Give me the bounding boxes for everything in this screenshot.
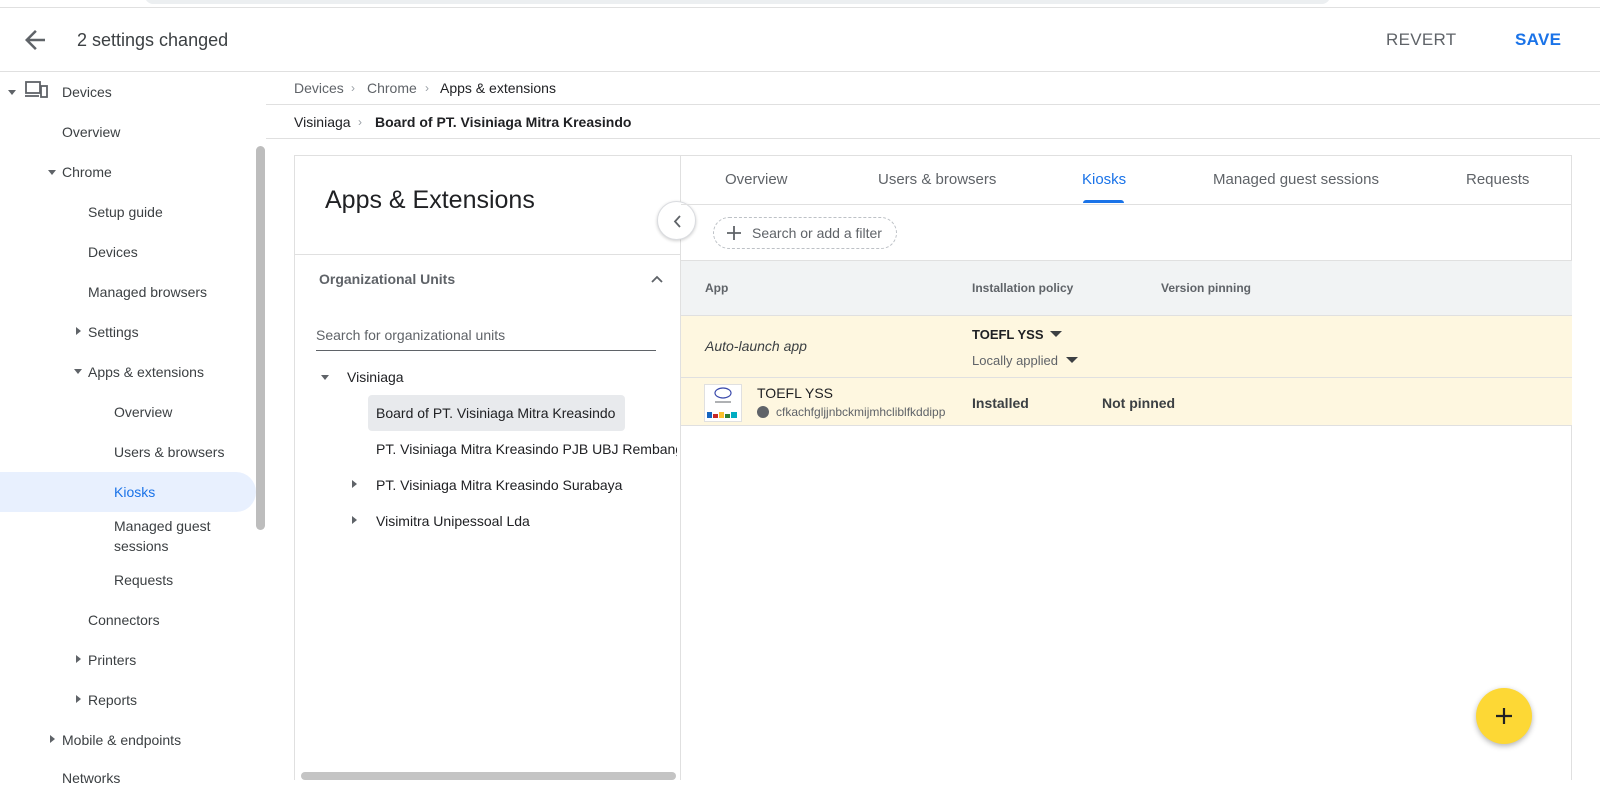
breadcrumb-chrome[interactable]: Chrome	[367, 80, 417, 96]
sidebar-item-connectors[interactable]: Connectors	[88, 612, 160, 628]
expand-arrow-icon[interactable]	[76, 695, 81, 703]
filter-placeholder: Search or add a filter	[752, 225, 882, 241]
sidebar-item-apps-overview[interactable]: Overview	[114, 404, 172, 420]
org-breadcrumb-current: Board of PT. Visiniaga Mitra Kreasindo	[375, 114, 632, 130]
sidebar-item-devices-sub[interactable]: Devices	[88, 244, 138, 260]
revert-button[interactable]: REVERT	[1386, 30, 1456, 50]
applied-status-value: Locally applied	[972, 353, 1059, 368]
back-arrow-icon[interactable]	[20, 25, 50, 55]
auto-launch-app-value: TOEFL YSS	[972, 327, 1044, 342]
sidebar-item-chrome[interactable]: Chrome	[62, 164, 112, 180]
column-header-app[interactable]: App	[705, 281, 728, 295]
expand-arrow-icon[interactable]	[8, 90, 16, 95]
sidebar-item-managed-guest-line2[interactable]: sessions	[114, 538, 168, 554]
unsaved-changes-bar: 2 settings changed REVERT SAVE	[0, 8, 1600, 72]
column-header-version-pinning[interactable]: Version pinning	[1161, 281, 1251, 295]
divider	[294, 254, 681, 255]
app-id: cfkachfgljjnbckmijmhcliblfkddipp	[776, 405, 946, 419]
sidebar-nav	[0, 72, 265, 780]
plus-icon	[726, 225, 742, 244]
tree-item-visimitra[interactable]: Visimitra Unipessoal Lda	[376, 513, 530, 529]
sidebar-item-devices[interactable]: Devices	[62, 84, 112, 100]
active-tab-indicator	[1083, 200, 1124, 203]
table-header	[681, 260, 1572, 316]
org-units-panel	[294, 155, 681, 780]
devices-icon	[25, 80, 49, 105]
breadcrumb-devices[interactable]: Devices	[294, 80, 344, 96]
expand-arrow-icon[interactable]	[76, 327, 81, 335]
changes-title: 2 settings changed	[77, 30, 229, 50]
breadcrumb-separator: ›	[358, 115, 362, 129]
dropdown-arrow-icon	[1066, 357, 1078, 363]
tab-managed-guest-sessions[interactable]: Managed guest sessions	[1213, 171, 1379, 188]
sidebar-item-mobile-endpoints[interactable]: Mobile & endpoints	[62, 732, 181, 748]
horizontal-scrollbar[interactable]	[301, 772, 676, 780]
collapse-panel-button[interactable]	[657, 201, 696, 240]
sidebar-item-apps-extensions[interactable]: Apps & extensions	[88, 364, 204, 380]
tab-kiosks[interactable]: Kiosks	[1082, 171, 1126, 188]
sidebar-item-requests[interactable]: Requests	[114, 572, 173, 588]
add-app-button[interactable]	[1476, 688, 1532, 744]
expand-arrow-icon[interactable]	[48, 170, 56, 175]
app-name: TOEFL YSS	[757, 385, 833, 401]
column-header-installation-policy[interactable]: Installation policy	[972, 281, 1073, 295]
sidebar-item-managed-browsers[interactable]: Managed browsers	[88, 284, 207, 300]
sidebar-item-reports[interactable]: Reports	[88, 692, 137, 708]
org-breadcrumb-parent[interactable]: Visiniaga	[294, 114, 351, 130]
sidebar-item-settings[interactable]: Settings	[88, 324, 139, 340]
expand-arrow-icon[interactable]	[352, 516, 357, 524]
sidebar-item-printers[interactable]: Printers	[88, 652, 136, 668]
tab-requests[interactable]: Requests	[1466, 171, 1529, 188]
expand-arrow-icon[interactable]	[74, 369, 82, 374]
auto-launch-app-select[interactable]: TOEFL YSS	[972, 326, 1062, 344]
version-pinning-value: Not pinned	[1102, 395, 1176, 411]
sidebar-scrollbar[interactable]	[256, 146, 265, 530]
sidebar-item-setup-guide[interactable]: Setup guide	[88, 204, 163, 220]
breadcrumb-separator: ›	[351, 81, 355, 95]
org-unit-search-input[interactable]: Search for organizational units	[316, 325, 656, 351]
org-units-header[interactable]: Organizational Units	[319, 271, 455, 287]
auto-launch-label: Auto-launch app	[705, 338, 807, 354]
save-button[interactable]: SAVE	[1515, 30, 1561, 50]
tab-users-browsers[interactable]: Users & browsers	[878, 171, 996, 188]
dropdown-arrow-icon	[1050, 331, 1062, 337]
tab-bar	[681, 155, 1572, 205]
installation-policy-value: Installed	[972, 395, 1029, 411]
browser-top-strip	[0, 0, 1600, 8]
expand-arrow-icon[interactable]	[50, 735, 55, 743]
chevron-up-icon[interactable]	[651, 273, 663, 285]
expand-arrow-icon[interactable]	[352, 480, 357, 488]
chrome-icon	[757, 406, 769, 418]
applied-status-select[interactable]: Locally applied	[972, 352, 1078, 370]
address-bar-edge	[145, 0, 1330, 4]
sidebar-item-networks[interactable]: Networks	[62, 770, 120, 786]
tab-overview[interactable]: Overview	[725, 171, 788, 188]
breadcrumb-separator: ›	[425, 81, 429, 95]
sidebar-item-managed-guest-line1[interactable]: Managed guest	[114, 518, 211, 534]
tree-item-root[interactable]: Visiniaga	[347, 369, 404, 385]
page-title: Apps & Extensions	[325, 186, 535, 214]
expand-arrow-icon[interactable]	[321, 375, 329, 380]
app-logo	[704, 384, 742, 422]
sidebar-item-users-browsers[interactable]: Users & browsers	[114, 444, 224, 460]
breadcrumb-apps-extensions: Apps & extensions	[440, 80, 556, 96]
sidebar-item-kiosks[interactable]: Kiosks	[114, 484, 155, 500]
filter-chip[interactable]: Search or add a filter	[713, 217, 897, 249]
auto-launch-row	[681, 316, 1572, 378]
expand-arrow-icon[interactable]	[76, 655, 81, 663]
tree-item-rembang[interactable]: PT. Visiniaga Mitra Kreasindo PJB UBJ Re…	[376, 441, 677, 457]
tree-item-board[interactable]: Board of PT. Visiniaga Mitra Kreasindo	[376, 405, 615, 421]
sidebar-item-overview[interactable]: Overview	[62, 124, 120, 140]
tree-item-surabaya[interactable]: PT. Visiniaga Mitra Kreasindo Surabaya	[376, 477, 622, 493]
